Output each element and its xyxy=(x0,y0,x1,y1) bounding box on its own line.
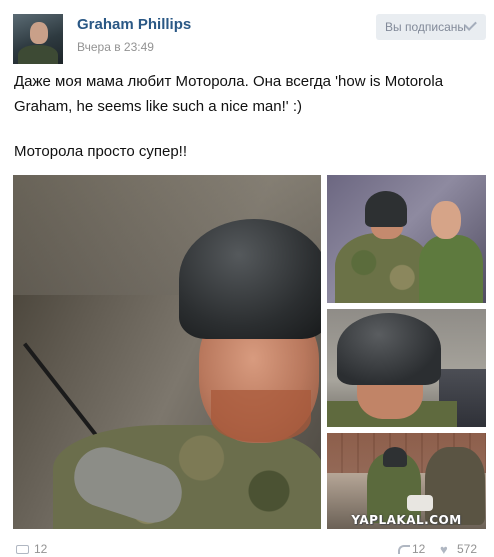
photo-thumbnail-1[interactable] xyxy=(327,175,486,303)
thumb1-soldier-helmet xyxy=(365,191,407,227)
author-avatar[interactable] xyxy=(13,14,63,64)
photo-helmet xyxy=(179,219,321,339)
thumb1-soldier-body xyxy=(335,233,431,303)
heart-icon[interactable]: ♥ xyxy=(440,543,453,556)
wall-post: Graham Phillips Вчера в 23:49 Вы подписа… xyxy=(0,0,494,556)
thumb3-helmet xyxy=(383,447,407,467)
post-text-line-1: Даже моя мама любит Моторола. Она всегда… xyxy=(14,73,444,90)
post-text-line-4: Моторола просто супер!! xyxy=(14,143,187,160)
post-text-line-2: Graham, he seems like such a nice man!' … xyxy=(14,98,302,115)
checkmark-icon xyxy=(464,18,477,31)
subscribed-button[interactable]: Вы подписаны xyxy=(376,14,486,40)
thumb1-man-body xyxy=(419,235,483,303)
post-timestamp[interactable]: Вчера в 23:49 xyxy=(77,40,154,54)
subscribed-button-label: Вы подписаны xyxy=(385,20,466,34)
photo-thumbnail-3[interactable]: YAPLAKAL.COM xyxy=(327,433,486,529)
photo-beard xyxy=(211,390,311,442)
comment-icon[interactable] xyxy=(16,545,29,554)
watermark: YAPLAKAL.COM xyxy=(351,513,462,527)
post-actions: 12 12 ♥ 572 xyxy=(0,542,494,556)
photo-main[interactable] xyxy=(13,175,321,529)
avatar-face xyxy=(30,22,48,44)
photo-thumbnail-2[interactable] xyxy=(327,309,486,427)
avatar-shoulders xyxy=(18,45,58,64)
thumb2-helmet xyxy=(337,313,441,385)
author-name-link[interactable]: Graham Phillips xyxy=(77,16,191,33)
thumb1-man-head xyxy=(431,201,461,239)
share-icon[interactable] xyxy=(398,545,410,554)
thumb3-object xyxy=(407,495,433,511)
